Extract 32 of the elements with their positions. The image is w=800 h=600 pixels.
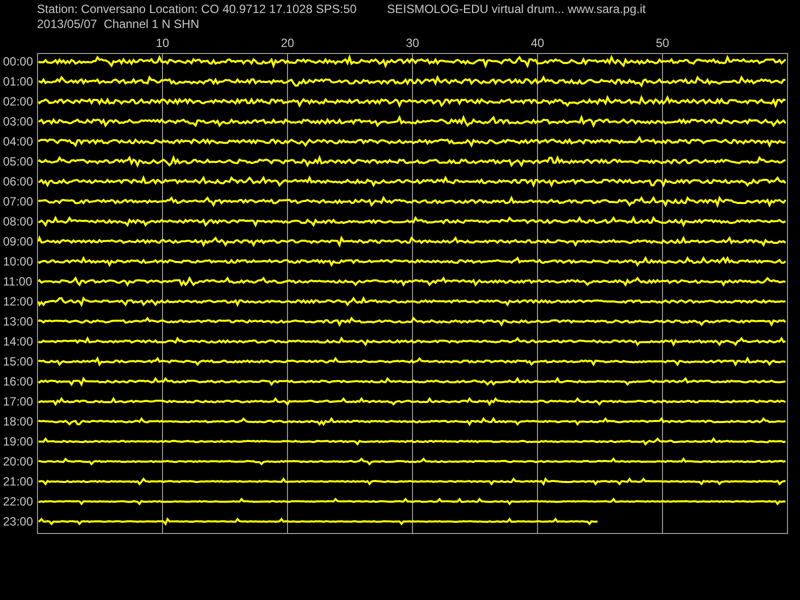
hour-label: 13:00 — [3, 314, 34, 328]
hour-label: 02:00 — [3, 94, 34, 108]
hour-label: 15:00 — [3, 354, 34, 368]
hour-label: 11:00 — [3, 274, 32, 288]
hour-label: 19:00 — [3, 434, 34, 448]
hour-label: 09:00 — [3, 234, 34, 248]
hour-label: 03:00 — [3, 114, 34, 128]
hour-label: 21:00 — [3, 474, 34, 488]
date-channel-info: 2013/05/07 Channel 1 N SHN — [37, 17, 200, 32]
app-title: SEISMOLOG-EDU virtual drum... www.sara.pg.it — [387, 2, 646, 17]
hour-label: 14:00 — [3, 334, 34, 348]
hour-label: 08:00 — [3, 214, 34, 228]
hour-label: 12:00 — [3, 294, 34, 308]
hour-label: 05:00 — [3, 154, 34, 168]
hour-label: 07:00 — [3, 194, 34, 208]
hour-label: 16:00 — [3, 374, 34, 388]
hour-label: 00:00 — [3, 54, 34, 68]
hour-label: 22:00 — [3, 494, 34, 508]
minute-tick-label: 10 — [156, 36, 170, 50]
hour-label: 10:00 — [3, 254, 34, 268]
station-info: Station: Conversano Location: CO 40.9712 17.1028 SPS:50 — [37, 2, 358, 17]
hour-label: 17:00 — [3, 394, 34, 408]
hour-label: 20:00 — [3, 454, 34, 468]
minute-tick-label: 50 — [656, 36, 670, 50]
minute-tick-label: 30 — [406, 36, 420, 50]
hour-label: 01:00 — [3, 74, 34, 88]
hour-label: 18:00 — [3, 414, 34, 428]
hour-label: 23:00 — [3, 514, 34, 528]
hour-label: 04:00 — [3, 134, 34, 148]
minute-tick-label: 20 — [280, 36, 294, 50]
hour-label: 06:00 — [3, 174, 34, 188]
minute-tick-label: 40 — [530, 36, 544, 50]
